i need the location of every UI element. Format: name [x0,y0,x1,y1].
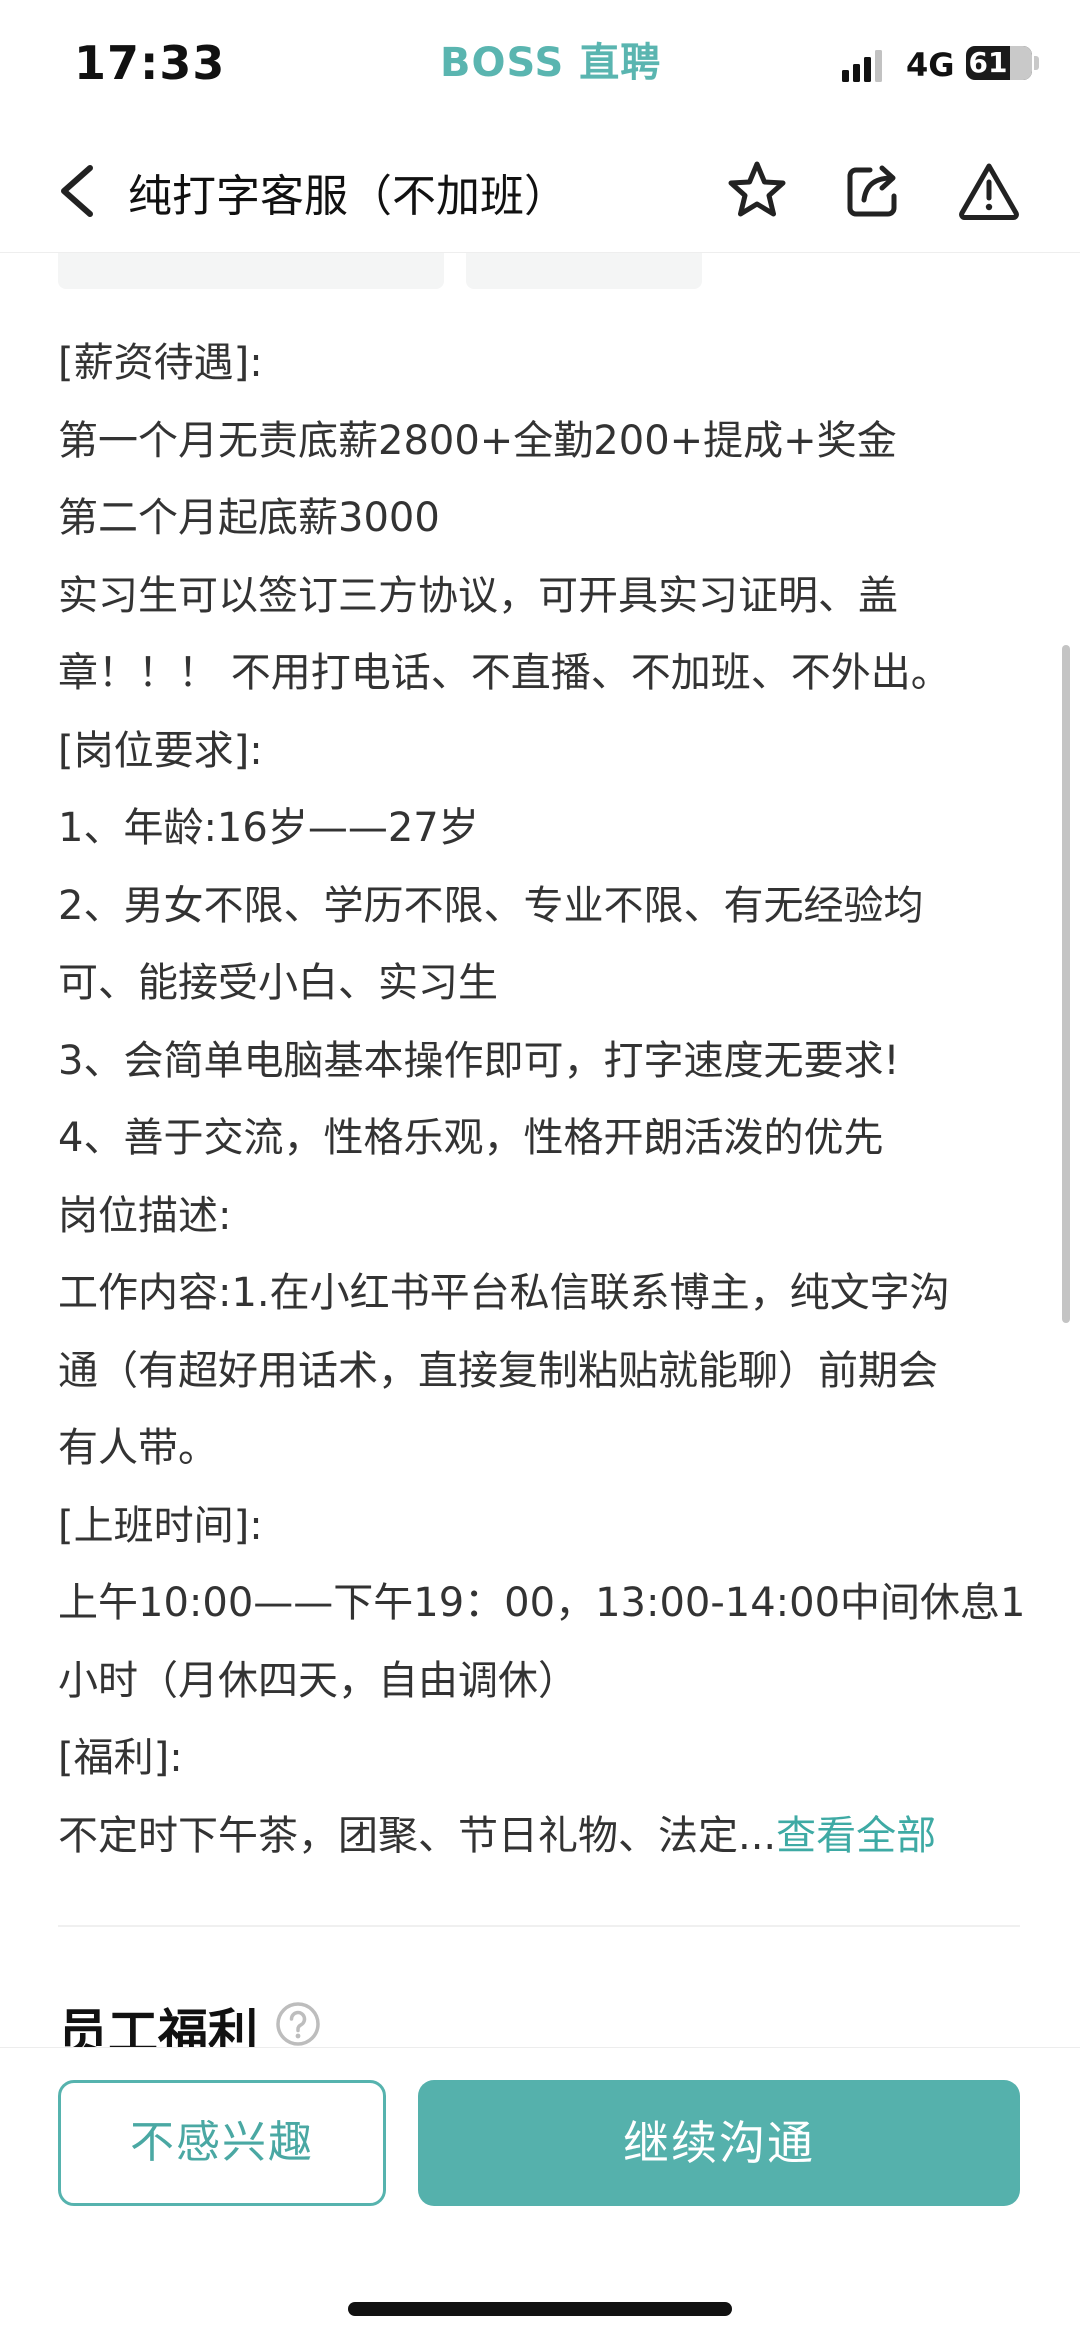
network-type: 4G [906,46,955,84]
back-arrow-icon[interactable] [50,158,110,224]
signal-icon [842,50,882,82]
description-line: [薪资待遇]: [58,340,263,386]
warning-icon[interactable] [956,158,1022,224]
description-truncated-text: 不定时下午茶，团聚、节日礼物、法定... [58,1812,777,1859]
section-divider [58,1925,1020,1927]
description-line: [上班时间]: [58,1502,263,1549]
nav-bar: 纯打字客服（不加班） [0,130,1080,253]
description-last-line: 不定时下午茶，团聚、节日礼物、法定...查看全部 [58,1798,1038,1876]
benefits-title: 员工福利 [58,2004,258,2047]
scrollbar[interactable] [1062,645,1070,1323]
view-all-link[interactable]: 查看全部 [776,1813,936,1859]
continue-chat-button[interactable]: 继续沟通 [418,2080,1020,2206]
battery-cap [1034,56,1039,70]
description-line: 实习生可以签订三方协议，可开具实习证明、盖 [58,572,898,619]
battery-level: 61 [968,46,1008,79]
app-brand: BOSS 直聘 [440,40,662,86]
description-line: 第一个月无责底薪2800+全勤200+提成+奖金 [58,417,897,464]
description-line: [岗位要求]: [58,727,263,774]
status-bar: 17:33 BOSS 直聘 4G 61 [0,0,1080,130]
page-title: 纯打字客服（不加班） [128,171,568,222]
description-line: 可、能接受小白、实习生 [58,960,498,1006]
description-line: 3、会简单电脑基本操作即可，打字速度无要求! [58,1037,900,1084]
job-description: [薪资待遇]: 第一个月无责底薪2800+全勤200+提成+奖金 第二个月起底薪… [58,325,1038,1875]
description-line: 1、年龄:16岁——27岁 [58,805,479,851]
description-line: 工作内容:1.在小红书平台私信联系博主，纯文字沟 [58,1270,950,1316]
description-line: 2、男女不限、学历不限、专业不限、有无经验均 [58,882,924,929]
help-circle-icon[interactable] [275,2001,321,2047]
description-line: 小时（月休四天，自由调休） [58,1657,578,1704]
job-description-content[interactable]: [薪资待遇]: 第一个月无责底薪2800+全勤200+提成+奖金 第二个月起底薪… [0,253,1080,2047]
home-indicator[interactable] [348,2302,732,2316]
star-icon[interactable] [724,158,790,224]
description-line: 第二个月起底薪3000 [58,495,440,541]
battery-icon: 61 [966,46,1032,80]
description-line: 通（有超好用话术，直接复制粘贴就能聊）前期会 [58,1347,938,1394]
job-tag [466,253,702,289]
description-line: [福利]: [58,1735,183,1781]
not-interested-button[interactable]: 不感兴趣 [58,2080,386,2206]
share-icon[interactable] [840,158,906,224]
description-line: 上午10:00——下午19：00，13:00-14:00中间休息1 [58,1580,1026,1626]
description-line: 有人带。 [58,1425,218,1471]
status-time: 17:33 [74,36,226,90]
description-line: 岗位描述: [58,1192,232,1239]
description-line: 4、善于交流，性格乐观，性格开朗活泼的优先 [58,1115,884,1161]
bottom-action-bar: 不感兴趣 继续沟通 [0,2047,1080,2340]
description-line: 章！！！ 不用打电话、不直播、不加班、不外出。 [58,650,951,696]
job-tag [58,253,444,289]
